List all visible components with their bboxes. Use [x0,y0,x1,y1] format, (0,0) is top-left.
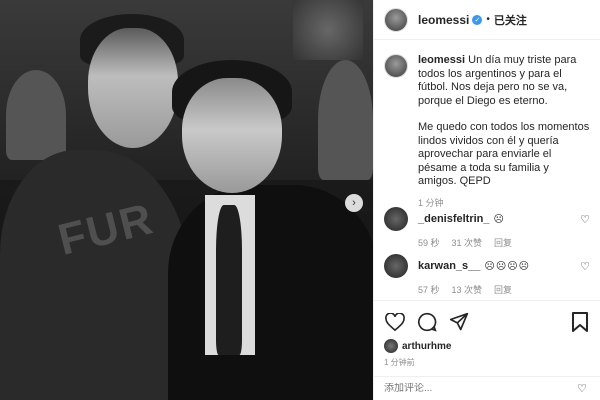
background-person [318,60,373,180]
left-person-face [88,28,178,148]
comment-like-icon[interactable]: ♡ [580,213,590,226]
heart-icon[interactable]: ♡ [577,382,587,395]
header-username[interactable]: leomessi [418,13,469,27]
heart-icon[interactable] [384,311,406,333]
liker-username[interactable]: arthurhme [402,341,451,352]
caption-avatar[interactable] [384,54,408,78]
photo-background-light [293,0,363,60]
post-sidebar: leomessi ✓ • 已关注 leomessi Un día muy tri… [373,0,600,400]
post-time: 1 分钟前 [384,358,415,367]
follow-status-button[interactable]: 已关注 [494,12,527,28]
left-person-body [0,150,190,400]
right-person-suit [168,185,373,400]
comment-reply-button[interactable]: 回复 [494,283,512,296]
comment-item: _denisfeltrin_ ☹ ♡ 59 秒 31 次赞 回复 [384,207,594,249]
next-image-button[interactable]: › [345,194,363,212]
caption-text: leomessi Un día muy triste para todos lo… [418,54,590,202]
post-actions: arthurhme 1 分钟前 [374,300,600,368]
commenter-avatar[interactable] [384,207,408,231]
post-header: leomessi ✓ • 已关注 [374,0,600,40]
chevron-right-icon: › [352,197,356,209]
comment-likes[interactable]: 13 次赞 [452,283,483,296]
caption: leomessi Un día muy triste para todos lo… [374,40,600,202]
comment-text: ☹ [493,213,505,225]
background-person [6,70,66,160]
liker-avatar[interactable] [384,339,398,353]
right-person-face [182,78,282,193]
verified-icon: ✓ [472,14,483,25]
share-icon[interactable] [448,311,470,333]
separator-dot: • [486,14,490,25]
caption-paragraph-2: Me quedo con todos los momentos lindos v… [418,121,590,187]
comment-likes[interactable]: 31 次赞 [452,236,483,249]
post-photo[interactable]: FUR › [0,0,373,400]
comment-time: 57 秒 [418,285,440,295]
right-person-tie [216,205,242,355]
liked-by: arthurhme [384,339,591,353]
add-comment-bar: ♡ [374,376,600,400]
comment-text: ☹☹☹☹ [484,260,531,272]
avatar[interactable] [384,7,408,32]
comment-time: 59 秒 [418,238,440,248]
comment-icon[interactable] [416,311,438,333]
caption-username[interactable]: leomessi [418,54,465,66]
comment-item: karwan_s__ ☹☹☹☹ ♡ 57 秒 13 次赞 回复 [384,254,594,296]
commenter-avatar[interactable] [384,254,408,278]
comment-reply-button[interactable]: 回复 [494,236,512,249]
bookmark-icon[interactable] [569,311,591,333]
comment-like-icon[interactable]: ♡ [580,260,590,273]
commenter-username[interactable]: karwan_s__ [418,260,480,272]
commenter-username[interactable]: _denisfeltrin_ [418,213,490,225]
comment-input[interactable] [384,383,554,394]
